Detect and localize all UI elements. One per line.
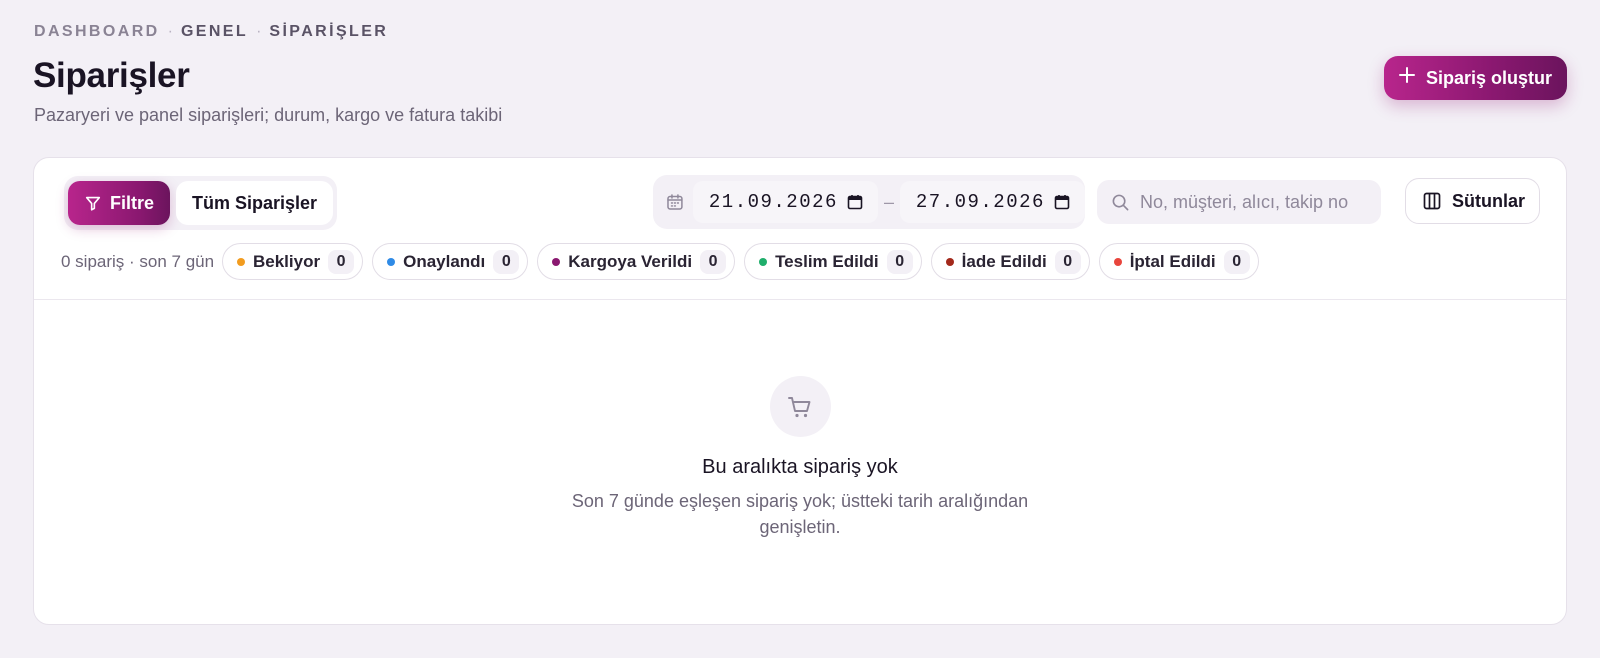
date-end-input[interactable]: 27.09.2026 xyxy=(899,181,1086,223)
calendar-picker-icon[interactable] xyxy=(846,193,864,211)
date-range-picker: 21.09.2026 – 27.09.2026 xyxy=(653,175,1086,229)
status-chip-iptal-edildi[interactable]: İptal Edildi 0 xyxy=(1098,243,1259,280)
date-separator: – xyxy=(883,191,894,212)
status-chip-bekliyor[interactable]: Bekliyor 0 xyxy=(222,243,364,280)
orders-toolbar: Filtre Tüm Siparişler 21.09.2026 – 27.09… xyxy=(34,158,1566,300)
date-start-input[interactable]: 21.09.2026 xyxy=(692,181,879,223)
breadcrumb-separator: · xyxy=(256,23,262,40)
breadcrumb-item-dashboard[interactable]: DASHBOARD xyxy=(34,23,160,41)
status-dot xyxy=(237,257,245,266)
date-start-value: 21.09.2026 xyxy=(708,191,838,213)
all-orders-button[interactable]: Tüm Siparişler xyxy=(176,181,334,225)
columns-label: Sütunlar xyxy=(1451,190,1525,211)
breadcrumb: DASHBOARD · GENEL · SİPARİŞLER xyxy=(34,23,388,41)
status-chip-onaylandi[interactable]: Onaylandı 0 xyxy=(372,243,529,280)
status-chip-count: 0 xyxy=(328,249,355,274)
search-input[interactable] xyxy=(1140,191,1370,213)
status-chip-count: 0 xyxy=(1054,249,1081,274)
page-subtitle: Pazaryeri ve panel siparişleri; durum, k… xyxy=(34,105,503,125)
status-chip-label: İade Edildi xyxy=(961,251,1047,271)
date-end-value: 27.09.2026 xyxy=(915,191,1045,213)
orders-card: Filtre Tüm Siparişler 21.09.2026 – 27.09… xyxy=(33,157,1567,625)
calendar-picker-icon[interactable] xyxy=(1053,193,1071,211)
search-box xyxy=(1097,180,1381,224)
breadcrumb-item-siparisler: SİPARİŞLER xyxy=(269,23,389,40)
status-chip-label: İptal Edildi xyxy=(1129,251,1216,271)
status-chip-count: 0 xyxy=(1223,249,1250,274)
status-dot xyxy=(1113,257,1122,266)
status-chip-label: Kargoya Verildi xyxy=(568,251,693,271)
filter-icon xyxy=(85,196,101,211)
status-dot xyxy=(945,257,954,266)
status-dot xyxy=(552,257,561,266)
breadcrumb-separator: · xyxy=(167,23,173,40)
columns-button[interactable]: Sütunlar xyxy=(1404,178,1540,224)
status-chip-count: 0 xyxy=(700,249,727,274)
status-chips: Bekliyor 0 Onaylandı 0 Kargoya Verildi 0… xyxy=(222,243,1259,280)
empty-state-title: Bu aralıkta sipariş yok xyxy=(702,456,898,478)
status-chip-label: Teslim Edildi xyxy=(775,251,879,271)
filter-button[interactable]: Filtre xyxy=(68,181,171,225)
search-icon xyxy=(1112,194,1129,210)
status-dot xyxy=(759,257,768,266)
status-dot xyxy=(387,257,396,266)
orders-summary: 0 sipariş · son 7 gün xyxy=(61,252,215,271)
create-order-button[interactable]: Sipariş oluştur xyxy=(1383,56,1567,100)
status-chip-label: Bekliyor xyxy=(253,251,321,271)
status-chip-count: 0 xyxy=(493,249,520,274)
columns-icon xyxy=(1423,192,1441,210)
create-order-label: Sipariş oluştur xyxy=(1425,67,1552,88)
status-chip-kargoya-verildi[interactable]: Kargoya Verildi 0 xyxy=(537,243,736,280)
filter-label: Filtre xyxy=(110,192,155,213)
status-chip-count: 0 xyxy=(886,249,913,274)
cart-icon xyxy=(769,376,831,437)
empty-state-description: Son 7 günde eşleşen sipariş yok; üstteki… xyxy=(571,491,1029,537)
empty-state: Bu aralıkta sipariş yok Son 7 günde eşle… xyxy=(34,300,1566,624)
view-segment: Filtre Tüm Siparişler xyxy=(64,176,338,230)
status-chip-label: Onaylandı xyxy=(403,251,486,271)
calendar-icon xyxy=(667,194,683,210)
plus-icon xyxy=(1398,65,1416,89)
status-chip-iade-edildi[interactable]: İade Edildi 0 xyxy=(930,243,1090,280)
status-chip-teslim-edildi[interactable]: Teslim Edildi 0 xyxy=(744,243,922,280)
breadcrumb-item-genel[interactable]: GENEL xyxy=(181,23,248,41)
page-title: Siparişler xyxy=(33,56,190,95)
